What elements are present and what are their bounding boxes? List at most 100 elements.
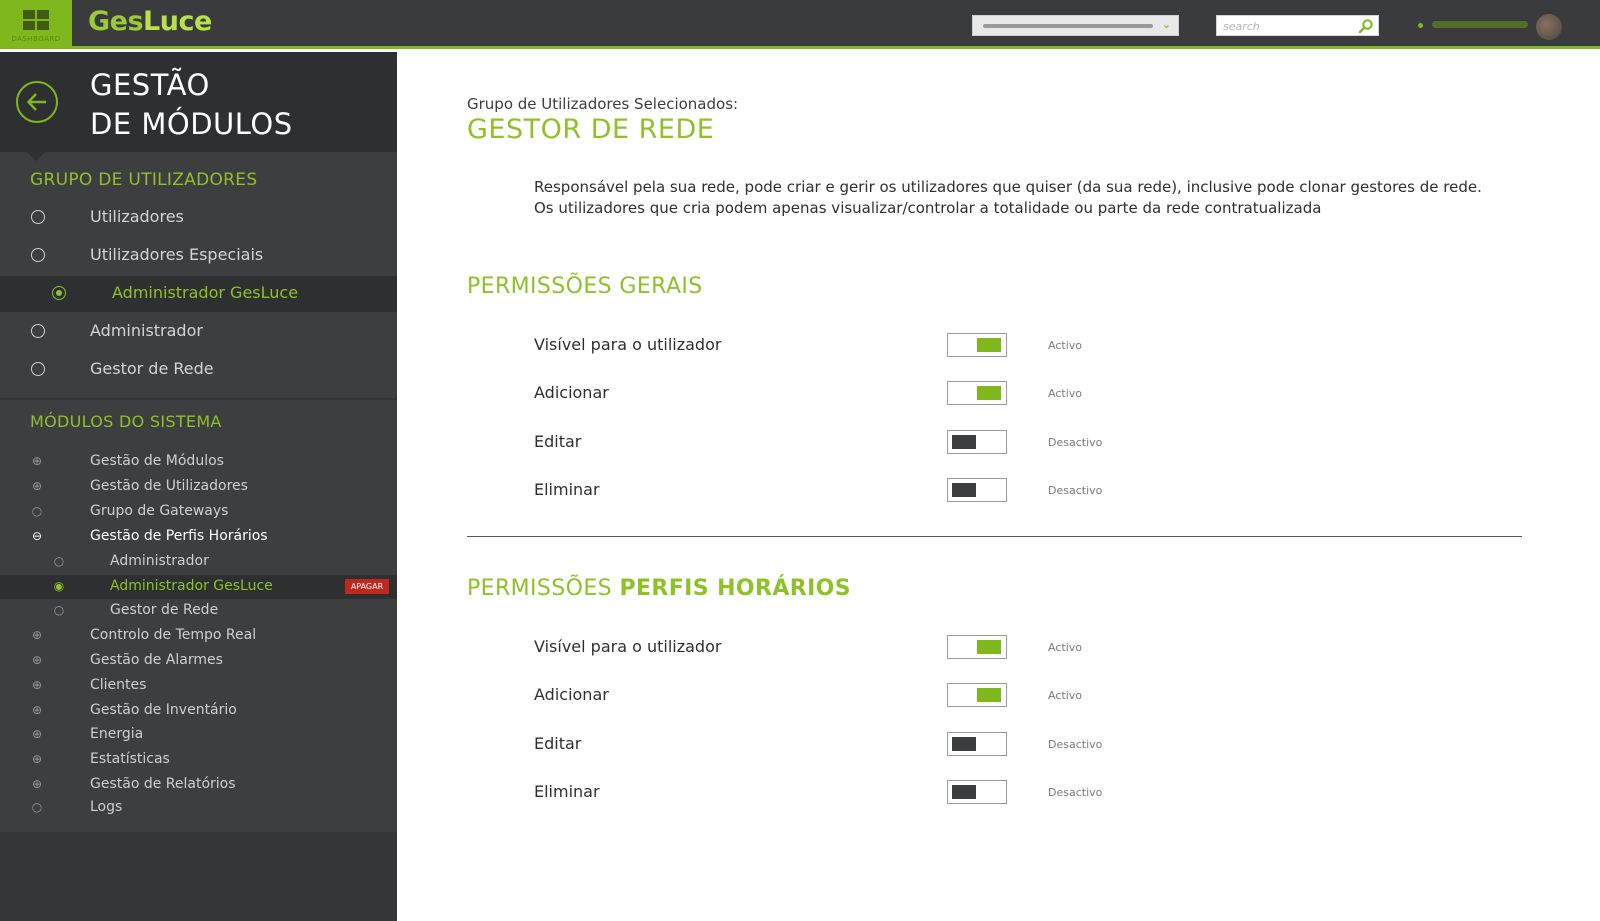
permission-label: Editar <box>534 432 582 451</box>
toggle-switch[interactable] <box>947 635 1007 659</box>
sidebar-header: GESTÃO DE MÓDULOS <box>0 52 397 152</box>
permission-label: Adicionar <box>534 383 609 402</box>
toggle-switch[interactable] <box>947 430 1007 454</box>
general-permissions-title: PERMISSÕES GERAIS <box>467 274 703 299</box>
module-subitem[interactable]: ○ Administrador <box>0 550 397 574</box>
toggle-switch[interactable] <box>947 478 1007 502</box>
group-item-administrador[interactable]: Administrador <box>0 314 397 350</box>
toggle-switch[interactable] <box>947 683 1007 707</box>
radio-icon[interactable] <box>31 210 45 224</box>
permission-status: Desactivo <box>1048 738 1103 751</box>
radio-icon[interactable] <box>31 324 45 338</box>
plus-circle-icon[interactable]: ⊕ <box>31 679 43 691</box>
group-item-administrador-gesluce[interactable]: Administrador GesLuce <box>0 276 397 312</box>
module-item[interactable]: ⊕ Clientes <box>0 674 397 698</box>
back-button[interactable] <box>16 81 58 123</box>
selected-group-name: GESTOR DE REDE <box>467 114 715 145</box>
schedule-profiles-permissions-title: PERMISSÕES PERFIS HORÁRIOS <box>467 576 852 601</box>
account-select[interactable]: ⌄ <box>972 15 1179 36</box>
permission-row-visible: Visível para o utilizador Activo <box>534 633 1234 663</box>
permission-label: Eliminar <box>534 782 600 801</box>
radio-icon[interactable] <box>31 362 45 376</box>
module-item[interactable]: ○ Logs <box>0 796 397 820</box>
toggle-switch[interactable] <box>947 780 1007 804</box>
permission-row-add: Adicionar Activo <box>534 379 1234 409</box>
arrow-left-icon <box>26 93 46 111</box>
header-notch <box>27 152 45 161</box>
module-item[interactable]: ⊕ Gestão de Módulos <box>0 450 397 474</box>
dashboard-button[interactable]: DASHBOARD <box>0 0 72 49</box>
plus-circle-icon[interactable]: ⊕ <box>31 728 43 740</box>
permission-status: Desactivo <box>1048 436 1103 449</box>
permission-status: Desactivo <box>1048 484 1103 497</box>
permission-row-delete: Eliminar Desactivo <box>534 778 1234 808</box>
main-content: Grupo de Utilizadores Selecionados: GEST… <box>397 52 1600 921</box>
circle-icon[interactable]: ○ <box>53 604 65 616</box>
search-box <box>1216 15 1379 36</box>
module-subitem[interactable]: ○ Gestor de Rede <box>0 599 397 623</box>
search-input[interactable] <box>1223 18 1353 34</box>
module-item[interactable]: ○ Grupo de Gateways <box>0 500 397 524</box>
plus-circle-icon[interactable]: ⊕ <box>31 654 43 666</box>
dashboard-label: DASHBOARD <box>11 35 61 43</box>
search-icon[interactable] <box>1358 18 1374 34</box>
permission-label: Visível para o utilizador <box>534 335 722 354</box>
circle-icon[interactable]: ○ <box>31 505 43 517</box>
toggle-switch[interactable] <box>947 333 1007 357</box>
permission-status: Activo <box>1048 387 1082 400</box>
permission-row-edit: Editar Desactivo <box>534 730 1234 760</box>
module-item[interactable]: ⊕ Estatísticas <box>0 748 397 772</box>
page-title: GESTÃO DE MÓDULOS <box>90 68 293 141</box>
avatar[interactable] <box>1536 14 1562 40</box>
radio-icon[interactable] <box>31 248 45 262</box>
module-item[interactable]: ⊕ Energia <box>0 723 397 747</box>
plus-circle-icon[interactable]: ⊕ <box>31 455 43 467</box>
plus-circle-icon[interactable]: ⊕ <box>31 778 43 790</box>
group-item-gestor-de-rede[interactable]: Gestor de Rede <box>0 352 397 388</box>
group-item-utilizadores[interactable]: Utilizadores <box>0 200 397 236</box>
permission-status: Activo <box>1048 339 1082 352</box>
account-select-value <box>983 24 1153 28</box>
plus-circle-icon[interactable]: ⊕ <box>31 753 43 765</box>
group-item-utilizadores-especiais[interactable]: Utilizadores Especiais <box>0 238 397 274</box>
permission-label: Editar <box>534 734 582 753</box>
module-item[interactable]: ⊕ Gestão de Inventário <box>0 699 397 723</box>
radio-selected-icon[interactable]: ◉ <box>53 580 65 592</box>
selected-group-label: Grupo de Utilizadores Selecionados: <box>467 95 739 113</box>
delete-button[interactable]: APAGAR <box>345 579 389 594</box>
module-item-expanded[interactable]: ⊖ Gestão de Perfis Horários <box>0 525 397 549</box>
permission-row-delete: Eliminar Desactivo <box>534 476 1234 506</box>
plus-circle-icon[interactable]: ⊕ <box>31 480 43 492</box>
circle-icon[interactable]: ○ <box>31 801 43 813</box>
plus-circle-icon[interactable]: ⊕ <box>31 704 43 716</box>
permission-label: Visível para o utilizador <box>534 637 722 656</box>
module-item[interactable]: ⊕ Controlo de Tempo Real <box>0 624 397 648</box>
circle-icon[interactable]: ○ <box>53 555 65 567</box>
permission-row-visible: Visível para o utilizador Activo <box>534 331 1234 361</box>
permission-status: Activo <box>1048 689 1082 702</box>
minus-circle-icon[interactable]: ⊖ <box>31 530 43 542</box>
sidebar-footer <box>0 832 397 921</box>
module-item[interactable]: ⊕ Gestão de Relatórios <box>0 773 397 797</box>
toggle-switch[interactable] <box>947 381 1007 405</box>
dashboard-grid-icon <box>23 10 49 30</box>
user-groups-heading: GRUPO DE UTILIZADORES <box>30 170 258 190</box>
permission-status: Activo <box>1048 641 1082 654</box>
permission-label: Adicionar <box>534 685 609 704</box>
module-subitem-selected[interactable]: ◉ Administrador GesLuce APAGAR <box>0 575 397 599</box>
permission-row-edit: Editar Desactivo <box>534 428 1234 458</box>
permission-row-add: Adicionar Activo <box>534 681 1234 711</box>
group-description: Responsável pela sua rede, pode criar e … <box>534 178 1482 217</box>
user-menu[interactable] <box>1418 14 1600 40</box>
plus-circle-icon[interactable]: ⊕ <box>31 629 43 641</box>
brand-logo[interactable]: GesLuce <box>88 6 212 37</box>
permission-label: Eliminar <box>534 480 600 499</box>
system-modules-heading: MÓDULOS DO SISTEMA <box>30 412 222 431</box>
divider <box>0 398 397 400</box>
module-item[interactable]: ⊕ Gestão de Utilizadores <box>0 475 397 499</box>
radio-selected-icon[interactable] <box>52 286 66 300</box>
section-divider <box>467 536 1522 537</box>
online-status-icon <box>1418 23 1423 28</box>
toggle-switch[interactable] <box>947 732 1007 756</box>
module-item[interactable]: ⊕ Gestão de Alarmes <box>0 649 397 673</box>
